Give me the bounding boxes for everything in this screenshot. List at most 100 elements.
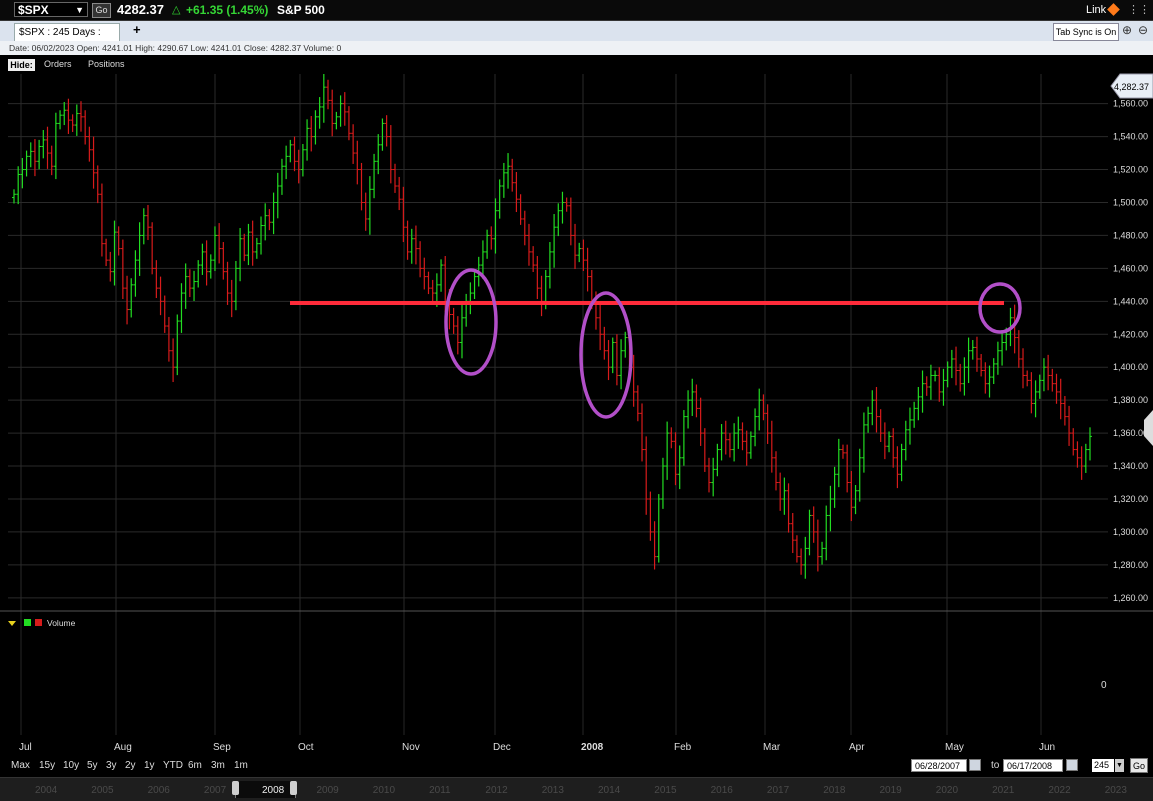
ohlc-bar [937,367,942,402]
calendar-icon[interactable] [969,759,981,771]
ohlc-bar [1012,304,1017,354]
navigator-year-label: 2005 [91,785,114,796]
ohlc-bar [242,233,247,262]
ohlc-bar [413,225,418,265]
ohlc-bar [878,409,883,442]
ohlc-bar [321,74,326,123]
y-tick-label: 1,440.00 [1113,296,1148,306]
range-button-10y[interactable]: 10y [63,760,79,771]
from-date-input[interactable]: 06/28/2007 [911,759,967,772]
navigator-year-label: 2006 [147,785,170,796]
ohlc-bar [602,326,607,360]
timeline-navigator[interactable]: 2004 2005 2006 2007 2008 2009 2010 2011 2012 2013… [0,777,1153,801]
range-button-max[interactable]: Max [11,760,30,771]
ohlc-bar [769,420,774,473]
ohlc-bar [313,110,318,145]
ohlc-bar [175,314,180,376]
apply-range-button[interactable]: Go [1130,758,1148,773]
navigator-right-handle[interactable] [290,781,297,795]
ohlc-bar [690,378,695,416]
ohlc-bar [891,428,896,468]
price-chart[interactable]: 1,260.00 1,280.00 1,300.00 1,320.00 1,340.00… [0,0,1153,757]
x-tick-label: Jul [19,742,32,753]
x-tick-label: Oct [298,742,314,753]
ohlc-bar [32,139,37,177]
ohlc-bar [526,223,531,266]
x-tick-label: 2008 [581,742,604,753]
current-price-marker: 4,282.37 [1110,73,1153,99]
ohlc-bar [1025,370,1030,387]
ohlc-bar [598,304,603,351]
x-tick-label: Apr [849,742,865,753]
ohlc-bar [916,386,921,421]
navigator-year-label: 2008 [262,785,285,796]
ohlc-bar [271,192,276,235]
range-button-3m[interactable]: 3m [211,760,225,771]
ohlc-bar [656,494,661,563]
ohlc-bar [920,370,925,413]
ohlc-bar [372,153,377,199]
range-button-1y[interactable]: 1y [144,760,155,771]
navigator-year-label: 2017 [766,785,790,796]
ohlc-bar [954,346,959,386]
ohlc-bar [401,186,406,243]
highlight-ellipse-2 [579,291,633,419]
navigator-year-label: 2023 [1104,785,1127,796]
ohlc-bar [154,260,159,299]
ohlc-bar [686,390,691,429]
ohlc-bar [355,140,360,185]
ohlc-bar [966,337,971,384]
ohlc-bar [275,172,280,219]
ohlc-bar [870,390,875,426]
ohlc-bar [422,257,427,290]
x-tick-label: Sep [213,742,231,753]
range-button-ytd[interactable]: YTD [163,760,183,771]
ohlc-bar [229,279,234,318]
range-button-5y[interactable]: 5y [87,760,98,771]
ohlc-bar [903,420,908,461]
ohlc-bar [246,223,251,266]
ohlc-bar [907,407,912,445]
range-button-1m[interactable]: 1m [234,760,248,771]
range-button-6m[interactable]: 6m [188,760,202,771]
navigator-year-label: 2020 [935,785,959,796]
highlight-ellipse-3 [978,282,1022,334]
range-bar: Max 15y 10y 5y 3y 2y 1y YTD 6m 3m 1m 06/28/2007 to… [0,757,1153,775]
ohlc-bar [70,114,75,132]
ohlc-bar [681,410,686,466]
range-button-15y[interactable]: 15y [39,760,55,771]
ohlc-bar [179,283,184,333]
calendar-icon[interactable] [1066,759,1078,771]
x-tick-label: May [945,742,964,753]
range-button-3y[interactable]: 3y [106,760,117,771]
to-date-input[interactable]: 06/17/2008 [1003,759,1063,772]
ohlc-bar [62,102,67,126]
ohlc-bar [677,445,682,490]
ohlc-bar [166,316,171,362]
navigator-year-label: 2009 [316,785,339,796]
navigator-year-label: 2012 [485,785,508,796]
ohlc-bar [330,89,335,137]
navigator-year-label: 2021 [992,785,1015,796]
y-tick-label: 1,260.00 [1113,593,1148,603]
navigator-year-label: 2004 [35,785,58,796]
ohlc-bar [1067,405,1072,446]
ohlc-bar [150,222,155,275]
navigator-left-handle[interactable] [232,781,239,795]
range-button-2y[interactable]: 2y [125,760,136,771]
ohlc-bar [614,334,619,386]
ohlc-bar [45,126,50,169]
volume-down-swatch [35,619,42,626]
chevron-down-icon[interactable]: ▼ [1115,759,1124,772]
ohlc-bar [133,250,138,297]
ohlc-bar [472,271,477,300]
ohlc-bar [384,115,389,147]
ohlc-bar [669,427,674,449]
ohlc-bar [794,535,799,563]
navigator-year-label: 2007 [203,785,227,796]
ohlc-bar [715,443,720,477]
ohlc-bar [468,282,473,315]
ohlc-bar [970,340,975,360]
days-input[interactable]: 245 [1092,759,1114,772]
ohlc-bar [388,125,393,184]
